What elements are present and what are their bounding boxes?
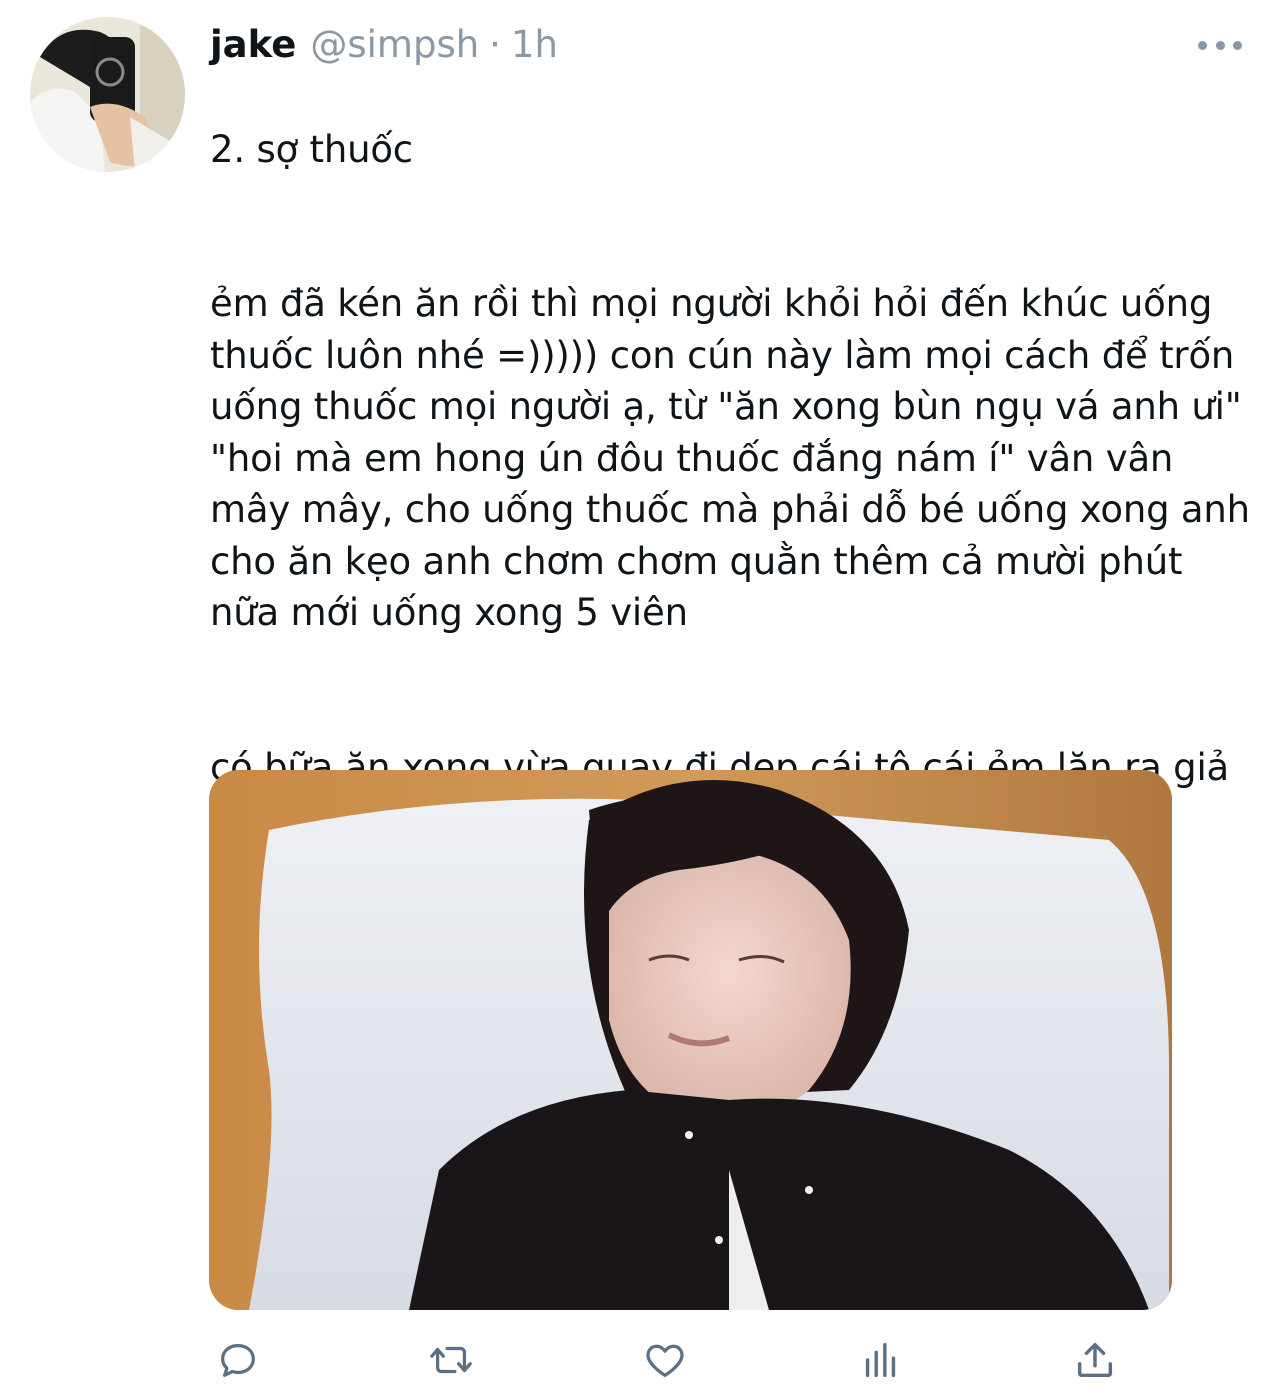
avatar[interactable] [30, 17, 185, 172]
reply-icon [221, 1343, 255, 1377]
share-button[interactable] [1070, 1335, 1120, 1385]
tweet-media-image[interactable] [209, 770, 1172, 1310]
tweet-paragraph: 2. sợ thuốc [210, 127, 413, 171]
analytics-icon [865, 1342, 896, 1378]
tweet: jake @simpsh · 1h 2. sợ thuốc ẻm đã kén … [0, 0, 1283, 1400]
more-dots-icon [1198, 40, 1207, 50]
views-button[interactable] [856, 1335, 906, 1385]
sleeping-person-photo [209, 770, 1172, 1310]
display-name[interactable]: jake [210, 20, 296, 70]
more-options-button[interactable] [1198, 30, 1242, 60]
retweet-button[interactable] [426, 1335, 476, 1385]
timestamp[interactable]: 1h [511, 20, 558, 70]
reply-button[interactable] [213, 1335, 263, 1385]
like-button[interactable] [640, 1335, 690, 1385]
tweet-paragraph: ẻm đã kén ăn rồi thì mọi người khỏi hỏi … [210, 282, 1250, 634]
share-icon [1077, 1342, 1113, 1378]
avatar-photo [30, 17, 185, 172]
retweet-icon [430, 1346, 472, 1374]
user-handle[interactable]: @simpsh [310, 20, 479, 70]
more-dots-icon [1233, 40, 1242, 50]
heart-icon [646, 1344, 684, 1377]
tweet-header: jake @simpsh · 1h [210, 20, 558, 70]
separator-dot: · [489, 23, 501, 66]
tweet-actions [0, 1335, 1283, 1390]
more-dots-icon [1215, 40, 1225, 50]
